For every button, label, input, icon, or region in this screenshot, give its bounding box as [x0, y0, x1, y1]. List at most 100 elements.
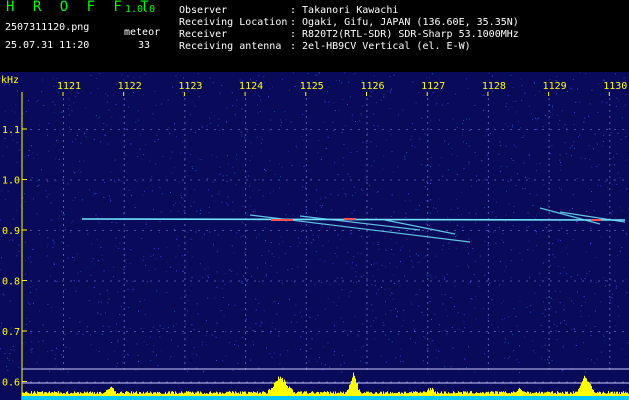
noise-speckle [36, 362, 38, 364]
grid-dot [86, 331, 88, 332]
noise-speckle [441, 249, 443, 250]
signal-bar [93, 393, 94, 396]
noise-speckle [616, 98, 618, 99]
signal-bar [202, 393, 203, 396]
noise-floor-bar [282, 396, 283, 400]
noise-speckle [6, 366, 7, 368]
noise-speckle [601, 145, 603, 147]
grid-dot [54, 129, 56, 130]
noise-speckle [191, 166, 193, 168]
noise-speckle [221, 201, 223, 203]
noise-floor-bar [538, 396, 539, 400]
noise-speckle [249, 196, 251, 198]
signal-bar [432, 387, 433, 396]
grid-dot [366, 200, 368, 202]
noise-speckle [590, 227, 592, 229]
noise-speckle [332, 121, 334, 123]
grid-dot [222, 280, 224, 282]
signal-bar [583, 378, 584, 396]
noise-floor-bar [307, 396, 308, 400]
noise-floor-bar [29, 396, 30, 400]
noise-speckle [436, 357, 437, 359]
signal-bar [418, 393, 419, 396]
grid-dot [542, 331, 544, 332]
noise-speckle [246, 92, 248, 94]
noise-speckle [429, 225, 430, 226]
noise-speckle [454, 93, 456, 95]
noise-speckle [388, 130, 390, 132]
grid-dot [305, 272, 307, 274]
grid-dot [302, 381, 304, 383]
signal-bar [149, 392, 150, 396]
noise-speckle [469, 130, 471, 131]
grid-dot [270, 129, 272, 130]
noise-speckle [586, 211, 588, 212]
noise-floor-bar [569, 396, 570, 400]
grid-dot [478, 179, 480, 181]
noise-floor-bar [550, 396, 551, 400]
signal-bar [112, 387, 113, 396]
noise-floor-bar [142, 396, 143, 400]
noise-speckle [560, 164, 562, 166]
noise-speckle [535, 163, 537, 165]
noise-speckle [590, 279, 592, 281]
grid-dot [206, 331, 208, 332]
noise-speckle [232, 370, 234, 371]
noise-speckle [383, 167, 385, 169]
grid-dot [590, 331, 592, 332]
signal-bar [198, 391, 199, 396]
signal-bar [453, 391, 454, 396]
noise-speckle [302, 140, 304, 141]
noise-speckle [558, 123, 559, 125]
noise-speckle [99, 191, 101, 193]
signal-bar [91, 392, 92, 396]
grid-dot [294, 179, 296, 181]
noise-speckle [344, 330, 346, 332]
noise-speckle [240, 236, 242, 238]
signal-bar [150, 391, 151, 396]
noise-speckle [601, 351, 602, 353]
noise-speckle [353, 209, 355, 211]
signal-bar [627, 392, 628, 396]
noise-speckle [557, 114, 558, 116]
noise-speckle [442, 303, 444, 305]
noise-speckle [428, 77, 430, 79]
noise-speckle [259, 111, 261, 112]
signal-bar [508, 393, 509, 396]
noise-speckle [187, 310, 189, 312]
signal-bar [613, 393, 614, 396]
signal-bar [239, 393, 240, 396]
noise-floor-bar [174, 396, 175, 400]
grid-dot [63, 188, 64, 190]
signal-bar [385, 392, 386, 396]
grid-dot [462, 381, 464, 383]
noise-speckle [46, 350, 48, 352]
grid-dot [558, 230, 560, 231]
signal-bar [100, 391, 101, 396]
grid-dot [305, 128, 307, 130]
noise-speckle [438, 164, 440, 166]
grid-dot [245, 302, 247, 304]
noise-speckle [165, 270, 167, 272]
grid-dot [427, 332, 429, 334]
signal-bar [535, 392, 536, 396]
noise-floor-bar [343, 396, 344, 400]
grid-dot [245, 170, 247, 172]
noise-speckle [205, 344, 207, 346]
noise-floor-bar [312, 396, 313, 400]
noise-floor-bar [45, 396, 46, 400]
noise-speckle [393, 211, 395, 213]
noise-speckle [543, 301, 545, 303]
noise-speckle [50, 202, 52, 204]
noise-speckle [139, 76, 141, 78]
signal-bar [440, 392, 441, 396]
noise-speckle [51, 101, 53, 103]
noise-speckle [115, 104, 117, 106]
grid-dot [548, 236, 550, 238]
noise-speckle [257, 112, 259, 114]
noise-speckle [347, 334, 349, 336]
noise-speckle [421, 311, 423, 313]
grid-dot [326, 230, 328, 231]
noise-speckle [594, 362, 595, 364]
noise-floor-bar [104, 396, 105, 400]
